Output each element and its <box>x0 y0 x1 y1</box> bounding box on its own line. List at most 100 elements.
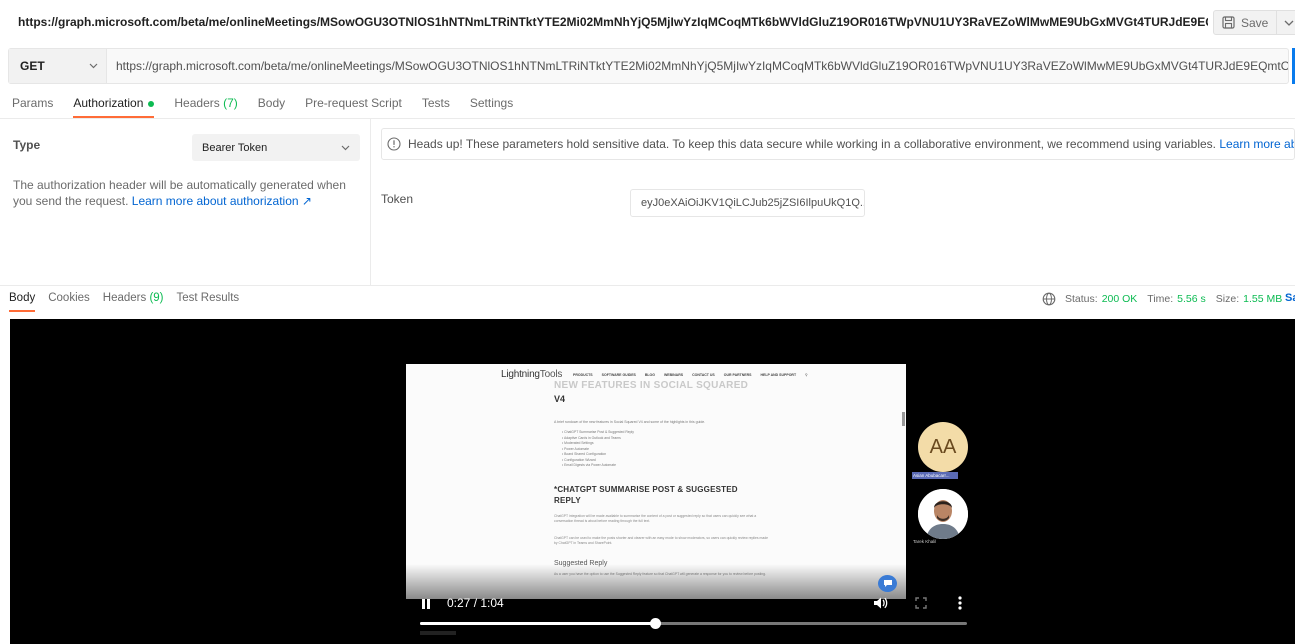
shared-screen: LightningTools PRODUCTS SOFTWARE GUIDES … <box>406 364 906 599</box>
seek-preview-strip <box>420 631 456 635</box>
divider <box>0 118 1295 119</box>
token-input[interactable]: eyJ0eXAiOiJKV1QiLCJub25jZSI6IlpuUkQ1Q... <box>630 189 865 217</box>
tab-settings[interactable]: Settings <box>470 96 513 118</box>
avatar <box>918 489 968 539</box>
status-value[interactable]: 200 OK <box>1102 293 1138 305</box>
tab-label: Headers <box>174 96 220 110</box>
site-nav-item: SOFTWARE GUIDES <box>601 373 636 377</box>
list-item: • Email Digests via Power Automate <box>562 463 616 467</box>
auth-description: The authorization header will be automat… <box>13 177 365 209</box>
tab-label: Pre-request Script <box>305 96 402 110</box>
tab-headers[interactable]: Headers (7) <box>174 96 237 118</box>
size-value[interactable]: 1.55 MB <box>1243 293 1282 305</box>
tab-response-body[interactable]: Body <box>9 292 36 312</box>
site-nav-item: PRODUCTS <box>573 373 593 377</box>
more-vertical-icon <box>958 596 962 610</box>
more-options-button[interactable] <box>957 595 963 614</box>
tab-response-cookies[interactable]: Cookies <box>48 292 90 312</box>
paragraph: ChatGPT integration will be made availab… <box>554 514 757 523</box>
globe-icon[interactable] <box>1042 292 1056 306</box>
section-heading: *CHATGPT SUMMARISE POST & SUGGESTED REPL… <box>554 485 738 505</box>
seek-handle[interactable] <box>650 618 662 629</box>
status-label: Status: <box>1065 293 1098 305</box>
seek-bar[interactable] <box>420 618 967 629</box>
avatar-initials: AA <box>929 435 957 458</box>
person-photo-icon <box>918 489 968 539</box>
chevron-down-icon <box>341 145 350 150</box>
video-player[interactable]: LightningTools PRODUCTS SOFTWARE GUIDES … <box>10 319 1295 644</box>
time-value[interactable]: 5.56 s <box>1177 293 1206 305</box>
site-nav-item: CONTACT US <box>692 373 715 377</box>
volume-icon <box>874 597 888 609</box>
participant-name: Tarek Khalil <box>913 539 937 544</box>
save-options-button[interactable] <box>1277 11 1295 34</box>
intro-text: A brief rundown of the new features in S… <box>554 420 706 424</box>
tab-label: Headers <box>102 292 147 304</box>
auth-type-select[interactable]: Bearer Token <box>192 134 360 161</box>
save-button-group: Save <box>1213 10 1295 35</box>
time-display: 0:27 / 1:04 <box>447 596 504 610</box>
tab-count: (9) <box>149 292 164 304</box>
tab-label: Body <box>9 292 36 304</box>
tab-label: Cookies <box>48 292 90 304</box>
method-label: GET <box>20 59 45 73</box>
page-heading: NEW FEATURES IN SOCIAL SQUARED <box>554 380 749 391</box>
title-bar: https://graph.microsoft.com/beta/me/onli… <box>0 0 1295 44</box>
time-label: Time: <box>1147 293 1174 305</box>
sensitive-data-notice: Heads up! These parameters hold sensitiv… <box>381 128 1295 160</box>
participant-name: Asian Abubacarr... <box>912 472 958 479</box>
learn-more-variables-link[interactable]: Learn more about variables ↗ <box>1219 137 1294 151</box>
size-label: Size: <box>1215 293 1240 305</box>
tab-label: Authorization <box>73 96 144 110</box>
video-controls: 0:27 / 1:04 <box>410 589 970 639</box>
tab-label: Test Results <box>176 292 240 304</box>
save-label: Save <box>1241 15 1269 30</box>
tab-response-headers[interactable]: Headers (9) <box>103 292 164 312</box>
tab-label: Body <box>257 96 286 110</box>
logo-tools: Tools <box>539 369 563 380</box>
panel-divider <box>370 119 371 285</box>
search-icon: ⚲ <box>805 373 808 377</box>
seek-progress <box>420 622 656 625</box>
divider <box>0 285 1295 286</box>
url-bar: GET https://graph.microsoft.com/beta/me/… <box>8 48 1289 84</box>
site-nav-item: HELP AND SUPPORT <box>760 373 797 377</box>
site-nav-item: WEBINARS <box>664 373 684 377</box>
site-nav: PRODUCTS SOFTWARE GUIDES BLOG WEBINARS C… <box>573 373 817 377</box>
info-icon <box>387 137 401 151</box>
save-response-button[interactable]: Sa <box>1285 292 1295 304</box>
site-nav-item: OUR PARTNERS <box>723 373 752 377</box>
tab-label: Tests <box>421 96 450 110</box>
fullscreen-button[interactable] <box>914 596 928 613</box>
url-input[interactable]: https://graph.microsoft.com/beta/me/onli… <box>107 49 1288 83</box>
paragraph: ChatGPT can be used to make the posts sh… <box>554 536 769 545</box>
tab-authorization[interactable]: Authorization <box>73 96 155 118</box>
auth-type-value: Bearer Token <box>202 141 268 154</box>
method-select[interactable]: GET <box>9 49 107 83</box>
learn-more-authorization-link[interactable]: Learn more about authorization ↗ <box>132 194 312 208</box>
chevron-down-icon <box>1284 20 1294 26</box>
volume-button[interactable] <box>872 595 888 614</box>
request-tabs: Params Authorization Headers (7) Body Pr… <box>12 96 533 118</box>
tab-test-results[interactable]: Test Results <box>177 292 240 312</box>
pause-icon <box>422 599 430 609</box>
tab-params[interactable]: Params <box>12 96 53 118</box>
save-button[interactable]: Save <box>1214 11 1278 34</box>
page-scrollbar <box>902 412 905 426</box>
tab-pre-request-script[interactable]: Pre-request Script <box>305 96 402 118</box>
tab-label: Settings <box>469 96 514 110</box>
total-time: 1:04 <box>480 596 504 610</box>
tab-body[interactable]: Body <box>258 96 285 118</box>
chevron-down-icon <box>89 63 98 69</box>
request-title[interactable]: https://graph.microsoft.com/beta/me/onli… <box>18 15 1208 29</box>
site-logo: LightningTools <box>501 369 562 380</box>
token-label: Token <box>381 192 414 206</box>
active-indicator-dot <box>148 100 155 107</box>
site-nav-item: BLOG <box>644 373 655 377</box>
tab-tests[interactable]: Tests <box>422 96 450 118</box>
logo-main: Lightning <box>501 369 540 380</box>
pause-button[interactable] <box>420 597 432 614</box>
tab-label: Params <box>12 96 54 110</box>
notice-text: Heads up! These parameters hold sensitiv… <box>408 137 1216 151</box>
avatar: AA <box>918 422 968 472</box>
